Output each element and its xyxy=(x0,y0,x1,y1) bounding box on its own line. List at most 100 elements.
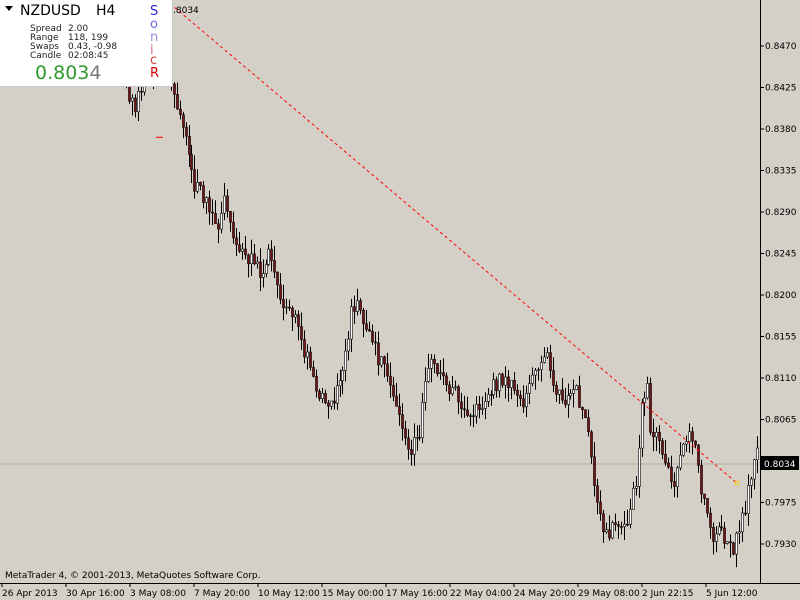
candle-body xyxy=(235,237,238,246)
candle-body xyxy=(401,414,404,429)
candle-body xyxy=(525,392,528,408)
candle-body xyxy=(673,481,676,487)
candle-body xyxy=(256,261,259,265)
candle-body xyxy=(646,383,649,399)
time-tick-label: 2 Jun 22:15 xyxy=(642,589,693,599)
candle-body xyxy=(454,386,457,389)
candle-body xyxy=(339,380,342,387)
candle-body xyxy=(709,512,712,528)
time-tick-label: 17 May 16:00 xyxy=(386,589,448,599)
candle-body xyxy=(330,400,333,407)
time-tick-label: 3 May 08:00 xyxy=(130,589,186,599)
candle-body xyxy=(605,529,608,533)
candle-body xyxy=(196,182,199,192)
candle-body xyxy=(632,488,635,510)
symbol-info-panel[interactable]: NZDUSD H4 Spread 2.00 Range 118, 199 Swa… xyxy=(0,0,173,87)
candle-body xyxy=(276,271,279,286)
candle-body xyxy=(599,501,602,515)
candle-body xyxy=(460,401,463,410)
candle-body xyxy=(318,390,321,399)
candle-body xyxy=(587,417,590,433)
candle-body xyxy=(395,395,398,407)
candle-body xyxy=(392,384,395,397)
current-price-label: 0.8034 xyxy=(764,460,796,470)
candle-body xyxy=(410,449,413,455)
candle-body xyxy=(617,524,620,527)
candle xyxy=(575,384,578,391)
price-tick-label: 0.8155 xyxy=(765,333,797,343)
candle-body xyxy=(267,248,270,265)
candle-body xyxy=(735,532,738,555)
candle-body xyxy=(487,394,490,402)
candle-body xyxy=(347,338,350,352)
candle-body xyxy=(229,210,232,223)
candle-body xyxy=(741,512,744,533)
candle-body xyxy=(750,478,753,486)
candle-body xyxy=(756,447,759,461)
candle xyxy=(584,409,587,419)
time-tick-label: 5 Jun 12:00 xyxy=(706,589,758,599)
candle-body xyxy=(377,342,380,366)
candle-body xyxy=(732,542,735,555)
candle-label: Candle xyxy=(30,51,62,61)
candle-body xyxy=(214,212,217,225)
candle-body xyxy=(697,444,700,466)
candle-body xyxy=(729,541,732,544)
candle-body xyxy=(321,392,324,399)
candle-body xyxy=(182,114,185,128)
candle-body xyxy=(516,389,519,396)
time-tick-label: 26 Apr 2013 xyxy=(2,589,58,599)
candle-body xyxy=(552,370,555,386)
candle-body xyxy=(448,384,451,395)
candle-body xyxy=(176,94,179,110)
candle-body xyxy=(694,440,697,446)
candle-body xyxy=(584,409,587,418)
candle-body xyxy=(531,374,534,384)
price-chart[interactable]: 0.8470 0.8425 0.8380 0.8335 0.8290 0.8245 0.82… xyxy=(0,0,800,600)
candle-body xyxy=(537,369,540,371)
candle-body xyxy=(297,314,300,327)
candle-body xyxy=(380,356,383,366)
candle-body xyxy=(466,409,469,416)
candle-body xyxy=(362,309,365,324)
candle-body xyxy=(540,362,543,370)
candle-body xyxy=(481,408,484,410)
candle-body xyxy=(208,197,211,213)
candle-body xyxy=(250,253,253,265)
candle-body xyxy=(655,431,658,438)
candle-body xyxy=(368,329,371,332)
candle-body xyxy=(193,169,196,192)
candle-body xyxy=(353,306,356,312)
price-tick-label: 0.8380 xyxy=(765,125,797,135)
candle-body xyxy=(291,307,294,318)
candle-body xyxy=(676,467,679,487)
candle xyxy=(611,520,614,540)
collapse-arrow-icon[interactable] xyxy=(5,6,13,11)
price-tick-label: 0.8065 xyxy=(765,416,797,426)
candle-body xyxy=(575,385,578,391)
candle-body xyxy=(341,370,344,382)
candle xyxy=(682,442,685,457)
candle-body xyxy=(738,531,741,534)
price-tick-label: 0.8470 xyxy=(765,42,797,52)
time-tick-label: 7 May 20:00 xyxy=(194,589,250,599)
candle-body xyxy=(519,395,522,399)
price-tick-label: 0.7975 xyxy=(765,499,797,509)
candle-body xyxy=(723,527,726,544)
candle-body xyxy=(398,406,401,415)
candle-body xyxy=(430,359,433,369)
candle-body xyxy=(217,223,220,230)
candle-body xyxy=(386,363,389,377)
candle-body xyxy=(706,498,709,514)
candle-body xyxy=(383,356,386,365)
candle-body xyxy=(424,381,427,403)
candle-body xyxy=(374,341,377,344)
candle-body xyxy=(356,300,359,312)
time-tick-label: 30 Apr 16:00 xyxy=(66,589,125,599)
candle-body xyxy=(344,350,347,371)
candle-body xyxy=(555,385,558,395)
candle-body xyxy=(309,351,312,368)
candle-body xyxy=(596,485,599,503)
candle-body xyxy=(179,108,182,115)
candle-body xyxy=(726,541,729,544)
